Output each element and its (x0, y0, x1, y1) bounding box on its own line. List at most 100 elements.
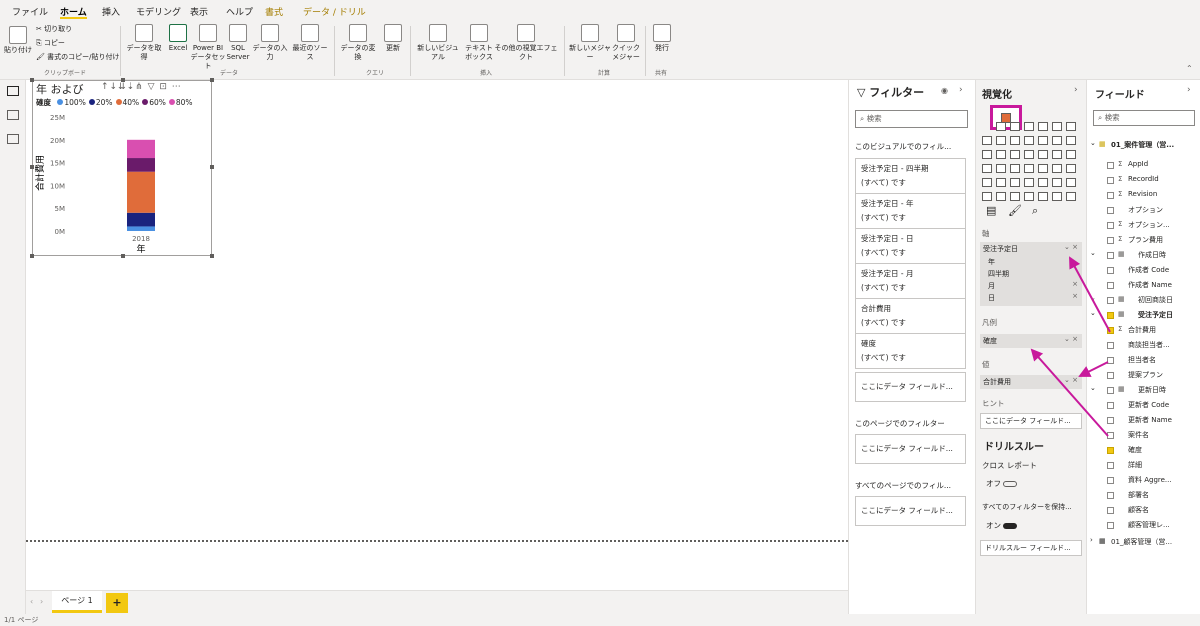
field-checkbox[interactable] (1107, 342, 1114, 349)
tab-modeling[interactable]: モデリング (136, 5, 181, 19)
visual-type-icon[interactable] (996, 150, 1006, 159)
get-data-button[interactable]: データを取得 (124, 24, 164, 62)
visual-header-icons[interactable]: ↑↓⇊⇣⋔ ▽ ⊡ ⋯ (101, 82, 182, 92)
field-checkbox[interactable] (1107, 432, 1114, 439)
visual-type-icon[interactable] (1024, 136, 1034, 145)
field-item[interactable]: Σ オプション... (1087, 218, 1200, 233)
textbox-button[interactable]: テキスト ボックス (464, 24, 494, 62)
add-page-button[interactable]: + (106, 593, 128, 613)
visual-type-icon[interactable] (1010, 178, 1020, 187)
bar-segment[interactable] (127, 226, 155, 231)
field-item[interactable]: 顧客名 (1087, 503, 1200, 518)
field-item[interactable]: 商談担当者... (1087, 338, 1200, 353)
value-field-remove-icon[interactable]: ⌄ × (1064, 376, 1078, 384)
field-checkbox[interactable] (1107, 447, 1114, 454)
transform-data-button[interactable]: データの変換 (338, 24, 378, 62)
bar-segment[interactable] (127, 212, 155, 227)
filter-card[interactable]: 受注予定日 - 年 (すべて) です (855, 193, 966, 229)
field-checkbox[interactable] (1107, 162, 1114, 169)
field-checkbox[interactable] (1107, 522, 1114, 529)
visual-type-icon[interactable] (1052, 192, 1062, 201)
visual-type-icon[interactable] (1024, 150, 1034, 159)
visual-type-icon[interactable] (982, 192, 992, 201)
field-checkbox[interactable] (1107, 492, 1114, 499)
field-checkbox[interactable] (1107, 402, 1114, 409)
tab-view[interactable]: 表示 (190, 5, 208, 19)
visual-type-icon[interactable] (1024, 122, 1034, 131)
expand-chevron-icon[interactable]: ⌄ (1090, 309, 1096, 317)
field-item[interactable]: Σ 合計費用 (1087, 323, 1200, 338)
collapse-fields-icon[interactable]: › (1187, 85, 1191, 95)
cross-report-toggle[interactable]: オフ (986, 478, 1018, 489)
visual-type-icon[interactable] (1038, 150, 1048, 159)
visual-type-icon[interactable] (982, 178, 992, 187)
legend-item[interactable]: 20% (88, 98, 113, 107)
axis-hierarchy-item[interactable]: 日 (988, 293, 995, 303)
more-visuals-button[interactable]: その他の視覚エフェクト (494, 24, 558, 62)
visual-filter-drop-zone[interactable]: ここにデータ フィールド... (855, 372, 966, 402)
field-item[interactable]: ⌄ ▦ 初回商談日 (1087, 293, 1200, 308)
filters-search-input[interactable]: ⌕ 検索 (855, 110, 968, 128)
axis-field-remove-icon[interactable]: ⌄ × (1064, 243, 1078, 251)
tab-data-drill[interactable]: データ / ドリル (303, 5, 366, 19)
field-checkbox[interactable] (1107, 327, 1114, 334)
visual-type-icon[interactable] (1066, 136, 1076, 145)
tab-file[interactable]: ファイル (12, 5, 48, 19)
field-item[interactable]: ⌄ ▦ 作成日時 (1087, 248, 1200, 263)
legend-item[interactable]: 80% (168, 98, 193, 107)
tab-format[interactable]: 書式 (265, 5, 283, 19)
axis-well[interactable]: 受注予定日 ⌄ × 年四半期月 × 日 × (980, 242, 1082, 306)
field-item[interactable]: 確度 (1087, 443, 1200, 458)
visual-type-icon[interactable] (1024, 164, 1034, 173)
expand-chevron-icon[interactable]: › (1090, 536, 1093, 544)
field-checkbox[interactable] (1107, 372, 1114, 379)
field-item[interactable]: ⌄ ▦ 更新日時 (1087, 383, 1200, 398)
visual-type-icon[interactable] (1010, 122, 1020, 131)
fields-tab-icon[interactable]: ▤ (986, 204, 996, 217)
expand-chevron-icon[interactable]: ⌄ (1090, 249, 1096, 257)
field-checkbox[interactable] (1107, 252, 1114, 259)
recent-sources-button[interactable]: 最近のソース (290, 24, 330, 62)
table-customer-management[interactable]: › ▦ 01_顧客管理（営... (1087, 535, 1200, 550)
visual-type-icon[interactable] (996, 192, 1006, 201)
visual-type-icon[interactable] (1052, 122, 1062, 131)
remove-icon[interactable]: × (1072, 292, 1078, 300)
analytics-magnifier-icon[interactable]: ⌕ (1032, 204, 1038, 218)
enter-data-button[interactable]: データの入力 (250, 24, 290, 62)
legend-item[interactable]: 100% (57, 98, 86, 107)
format-painter-button[interactable]: 🖌 書式のコピー/貼り付け (36, 52, 119, 62)
tab-home[interactable]: ホーム (60, 5, 87, 19)
field-checkbox[interactable] (1107, 222, 1114, 229)
value-field[interactable]: 合計費用 (983, 377, 1011, 387)
drillthrough-drop-zone[interactable]: ドリルスルー フィールド... (980, 540, 1082, 556)
visual-type-icon[interactable] (1010, 164, 1020, 173)
field-checkbox[interactable] (1107, 207, 1114, 214)
visual-type-icon[interactable] (1066, 122, 1076, 131)
model-view-icon[interactable] (7, 134, 19, 144)
expand-chevron-icon[interactable]: ⌄ (1090, 384, 1096, 392)
tooltip-drop-zone[interactable]: ここにデータ フィールド... (980, 413, 1082, 429)
visual-type-icon[interactable] (1052, 178, 1062, 187)
value-well[interactable]: 合計費用 ⌄ × (980, 375, 1082, 389)
visual-type-icon[interactable] (996, 164, 1006, 173)
field-checkbox[interactable] (1107, 462, 1114, 469)
page-tab-1[interactable]: ページ 1 (52, 591, 102, 613)
cut-button[interactable]: ✂ 切り取り (36, 24, 72, 34)
visual-type-icon[interactable] (1010, 192, 1020, 201)
keep-filters-toggle[interactable]: オン (986, 520, 1018, 531)
format-paint-roller-icon[interactable]: 🖌 (1008, 204, 1022, 217)
publish-button[interactable]: 発行 (649, 24, 675, 53)
field-item[interactable]: オプション (1087, 203, 1200, 218)
all-pages-filter-drop-zone[interactable]: ここにデータ フィールド... (855, 496, 966, 526)
field-checkbox[interactable] (1107, 177, 1114, 184)
axis-field[interactable]: 受注予定日 (983, 244, 1018, 254)
field-item[interactable]: 部署名 (1087, 488, 1200, 503)
visual-type-icon[interactable] (1024, 192, 1034, 201)
legend-field[interactable]: 確度 (983, 336, 997, 346)
filter-card[interactable]: 受注予定日 - 月 (すべて) です (855, 263, 966, 299)
legend-item[interactable]: 40% (115, 98, 139, 107)
field-item[interactable]: 案件名 (1087, 428, 1200, 443)
bar-segment[interactable] (127, 139, 155, 159)
visual-type-icon[interactable] (982, 164, 992, 173)
report-view-icon[interactable] (7, 86, 19, 96)
